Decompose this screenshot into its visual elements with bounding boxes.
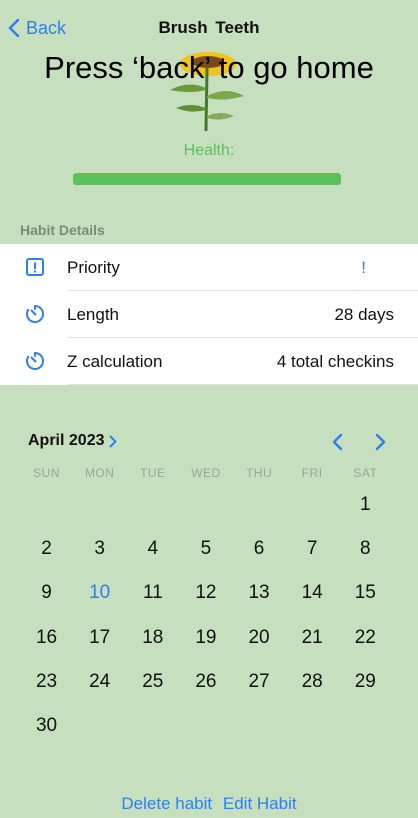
health-label: Health: <box>183 142 235 159</box>
weekday-label: MON <box>84 466 115 480</box>
calendar-day[interactable]: 20 <box>233 616 286 660</box>
calendar-empty-cell <box>339 704 392 748</box>
calendar-day[interactable]: 6 <box>233 527 286 571</box>
calendar-day[interactable]: 23 <box>20 660 73 704</box>
calendar-day[interactable]: 15 <box>339 571 392 615</box>
calendar-day[interactable]: 17 <box>73 616 126 660</box>
weekday-label: THU <box>245 466 273 480</box>
calendar-day[interactable]: 30 <box>20 704 73 748</box>
calendar-empty-cell <box>233 483 286 527</box>
calendar-day[interactable]: 29 <box>339 660 392 704</box>
calendar-empty-cell <box>286 704 339 748</box>
calendar-day[interactable]: 13 <box>233 571 286 615</box>
calendar-empty-cell <box>73 483 126 527</box>
weekday-label: WED <box>191 466 221 480</box>
calendar-empty-cell <box>179 483 232 527</box>
instruction-text: Press ‘back’ to go home <box>44 50 374 85</box>
health-bar <box>73 173 341 185</box>
calendar-empty-cell <box>20 483 73 527</box>
length-label: Length <box>67 304 119 324</box>
calendar-day[interactable]: 1 <box>339 483 392 527</box>
timer-icon <box>26 305 44 323</box>
calendar-day[interactable]: 9 <box>20 571 73 615</box>
calendar-empty-cell <box>179 704 232 748</box>
calendar-empty-cell <box>73 704 126 748</box>
calendar-day[interactable]: 16 <box>20 616 73 660</box>
calendar-day[interactable]: 18 <box>126 616 179 660</box>
delete-habit-button[interactable]: Delete habit <box>121 794 212 813</box>
length-row[interactable]: Length 28 days <box>0 291 418 338</box>
chevron-right-icon <box>109 435 117 447</box>
calendar-day[interactable]: 25 <box>126 660 179 704</box>
month-selector[interactable]: April 2023 <box>28 432 117 450</box>
calendar-week: 30 <box>20 704 392 748</box>
timer-icon <box>26 352 44 370</box>
priority-row[interactable]: Priority ! <box>0 244 418 291</box>
calendar-empty-cell <box>126 704 179 748</box>
calendar-empty-cell <box>233 704 286 748</box>
calendar-day[interactable]: 10 <box>73 571 126 615</box>
calendar-week: 1 <box>20 483 392 527</box>
calendar-empty-cell <box>286 483 339 527</box>
calendar-day[interactable]: 5 <box>179 527 232 571</box>
calendar-day[interactable]: 8 <box>339 527 392 571</box>
calendar-day[interactable]: 24 <box>73 660 126 704</box>
weekday-label: SUN <box>33 466 60 480</box>
weekday-label: TUE <box>140 466 166 480</box>
calendar-day[interactable]: 3 <box>73 527 126 571</box>
weekday-header: SUN MON TUE WED THU FRI SAT <box>20 466 392 480</box>
calendar-grid: 1 2 3 4 5 6 7 8 9 10 11 12 13 14 15 16 17 18 19 20 21 22 23 24 2… <box>20 483 392 748</box>
calendar-day[interactable]: 2 <box>20 527 73 571</box>
calendar-day[interactable]: 21 <box>286 616 339 660</box>
calendar-day[interactable]: 12 <box>179 571 232 615</box>
calendar-day[interactable]: 22 <box>339 616 392 660</box>
calendar-day[interactable]: 27 <box>233 660 286 704</box>
calendar-week: 16 17 18 19 20 21 22 <box>20 616 392 660</box>
edit-habit-button[interactable]: Edit Habit <box>223 794 297 813</box>
habit-details-list: Priority ! Length 28 days Z calculation … <box>0 244 418 385</box>
z-calculation-label: Z calculation <box>67 351 163 371</box>
calendar-day[interactable]: 7 <box>286 527 339 571</box>
bottom-actions: Delete habit Edit Habit <box>0 794 418 814</box>
divider <box>67 384 418 385</box>
section-title: Habit Details <box>20 222 105 238</box>
calendar-week: 23 24 25 26 27 28 29 <box>20 660 392 704</box>
next-month-button[interactable] <box>370 432 390 452</box>
page-title: Brush Teeth <box>158 18 260 37</box>
calendar-day[interactable]: 19 <box>179 616 232 660</box>
exclamation-square-icon <box>26 258 44 276</box>
health-bar-fill <box>73 173 341 185</box>
calendar-week: 9 10 11 12 13 14 15 <box>20 571 392 615</box>
calendar-week: 2345678 <box>20 527 392 571</box>
z-calculation-row[interactable]: Z calculation 4 total checkins <box>0 338 418 385</box>
weekday-label: FRI <box>301 466 323 480</box>
calendar-day[interactable]: 4 <box>126 527 179 571</box>
calendar-day[interactable]: 11 <box>126 571 179 615</box>
weekday-label: SAT <box>353 466 378 480</box>
z-calculation-value: 4 total checkins <box>276 351 394 371</box>
calendar-day[interactable]: 26 <box>179 660 232 704</box>
month-label: April 2023 <box>28 432 105 449</box>
previous-month-button[interactable] <box>328 432 348 452</box>
priority-value: ! <box>361 257 366 277</box>
calendar-empty-cell <box>126 483 179 527</box>
calendar-day[interactable]: 14 <box>286 571 339 615</box>
priority-label: Priority <box>67 257 120 277</box>
calendar-day[interactable]: 28 <box>286 660 339 704</box>
length-value: 28 days <box>334 304 394 324</box>
